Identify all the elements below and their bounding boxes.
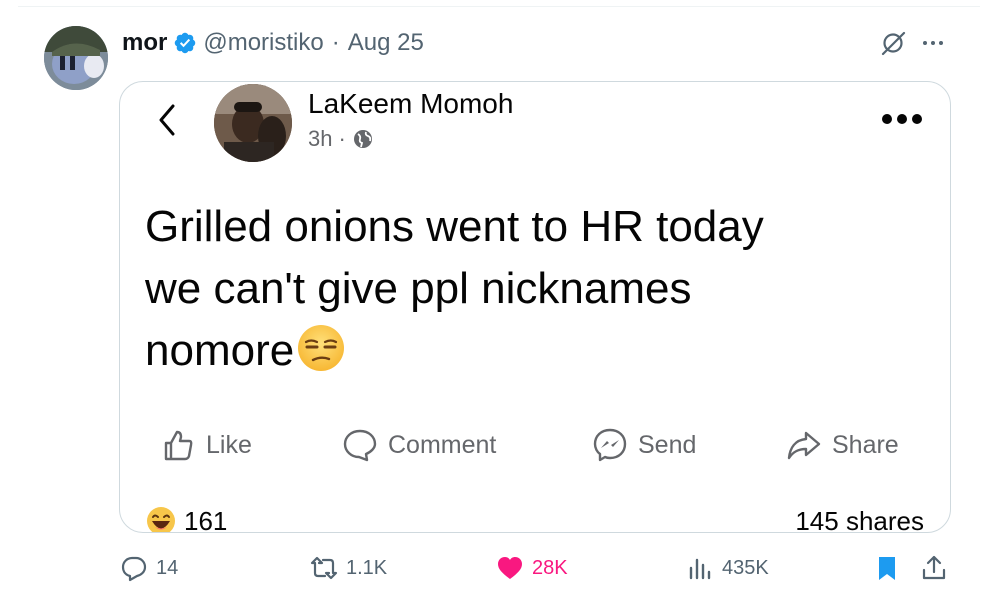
reply-icon [121,556,147,582]
reply-count: 14 [156,556,179,579]
post-time: 3h [308,126,333,151]
globe-icon [352,128,374,150]
post-meta: 3h · [308,126,374,152]
views-button[interactable]: 435K [686,548,769,588]
post-send-action: Send [592,422,696,468]
messenger-icon [593,428,627,462]
post-text: Grilled onions went to HR today we can't… [145,196,925,382]
post-comment-action: Comment [342,422,496,468]
comment-bubble-icon [343,429,377,462]
unamused-emoji-icon [296,323,346,373]
timestamp[interactable]: Aug 25 [348,29,424,57]
post-more-icon [880,112,924,126]
reply-button[interactable]: 14 [120,548,178,588]
post-text-line: Grilled onions went to HR today [145,202,764,251]
repost-button[interactable]: 1.1K [310,548,387,588]
post-text-last-line: nomore [145,320,925,382]
laughing-emoji-icon [146,506,176,532]
avatar-image [44,26,108,90]
separator: · [331,29,340,56]
more-icon[interactable] [918,30,948,56]
post-text-line: nomore [145,326,295,375]
like-count: 28K [532,556,568,579]
views-count: 435K [722,556,769,579]
reaction-count: 161 [184,505,228,533]
post-author-name: LaKeem Momoh [308,88,514,119]
grok-icon[interactable] [877,27,909,59]
like-button[interactable]: 28K [496,548,568,588]
post-comment-label: Comment [388,430,497,459]
bookmark-button[interactable] [873,548,901,588]
post-share-action: Share [786,422,899,468]
share-arrow-icon [787,431,821,460]
post-reactions: 161 [146,505,228,533]
views-icon [689,558,711,580]
shares-count: 145 shares [795,506,924,533]
tweet[interactable]: mor @moristiko · Aug 25 LaKeem Momoh 3h … [0,0,998,600]
meta-separator: · [338,126,346,151]
back-chevron-icon [152,100,182,140]
post-send-label: Send [638,430,697,459]
handle[interactable]: @moristiko [203,29,323,57]
post-author-avatar [214,84,292,162]
verified-badge-icon [173,31,197,55]
post-actions: Like Comment Send Share [120,422,950,468]
post-like-label: Like [206,430,252,459]
retweet-icon [310,556,338,580]
post-text-line: we can't give ppl nicknames [145,264,692,313]
display-name[interactable]: mor [122,29,167,57]
divider [18,6,980,7]
post-share-label: Share [832,430,899,459]
share-button[interactable] [920,548,948,588]
attached-screenshot[interactable]: LaKeem Momoh 3h · Grilled onions went to… [119,81,951,533]
repost-count: 1.1K [346,556,388,579]
post-like-action: Like [160,422,252,468]
bookmark-icon [879,557,895,580]
thumbs-up-icon [164,430,193,461]
heart-icon [498,557,522,579]
avatar[interactable] [44,26,108,90]
tweet-header: mor @moristiko · Aug 25 [122,28,424,58]
share-icon [922,555,946,580]
tweet-action-bar: 14 1.1K 28K 435K [0,548,998,588]
